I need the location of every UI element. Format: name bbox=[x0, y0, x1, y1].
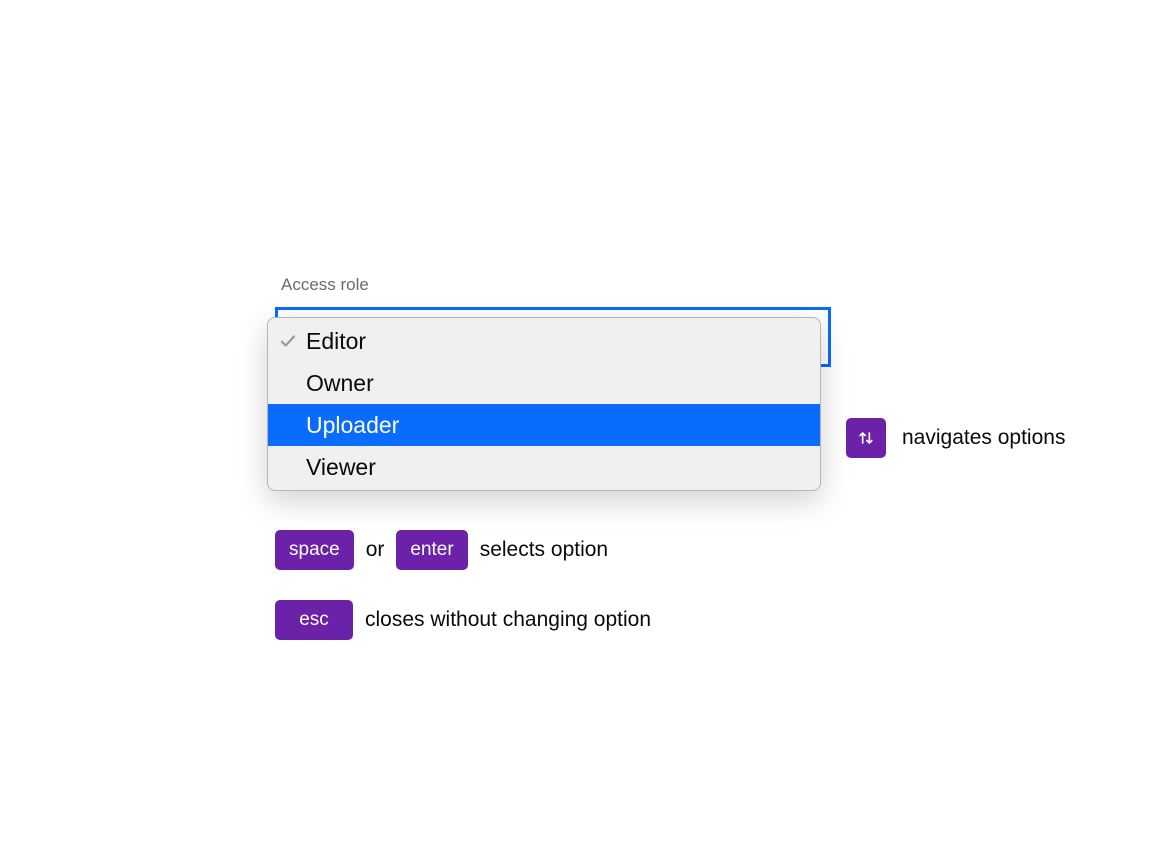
dropdown-option-editor[interactable]: Editor bbox=[268, 320, 820, 362]
hint-select: space or enter selects option bbox=[275, 530, 651, 570]
dropdown-option-uploader[interactable]: Uploader bbox=[268, 404, 820, 446]
hint-navigate: navigates options bbox=[846, 418, 1065, 458]
arrows-up-down-key bbox=[846, 418, 886, 458]
dropdown-option-label: Owner bbox=[306, 370, 374, 397]
hint-navigate-text: navigates options bbox=[902, 426, 1065, 450]
space-key: space bbox=[275, 530, 354, 570]
esc-key: esc bbox=[275, 600, 353, 640]
hint-close: esc closes without changing option bbox=[275, 600, 651, 640]
dropdown-menu: Editor Owner Uploader Viewer bbox=[267, 317, 821, 491]
hint-select-text: selects option bbox=[480, 538, 608, 562]
hint-connector: or bbox=[366, 538, 385, 562]
field-label: Access role bbox=[275, 275, 369, 295]
checkmark-icon bbox=[278, 331, 298, 351]
dropdown-option-owner[interactable]: Owner bbox=[268, 362, 820, 404]
dropdown-option-viewer[interactable]: Viewer bbox=[268, 446, 820, 488]
hint-close-text: closes without changing option bbox=[365, 608, 651, 632]
dropdown-option-label: Uploader bbox=[306, 412, 399, 439]
enter-key: enter bbox=[396, 530, 467, 570]
dropdown-option-label: Viewer bbox=[306, 454, 376, 481]
dropdown-option-label: Editor bbox=[306, 328, 366, 355]
